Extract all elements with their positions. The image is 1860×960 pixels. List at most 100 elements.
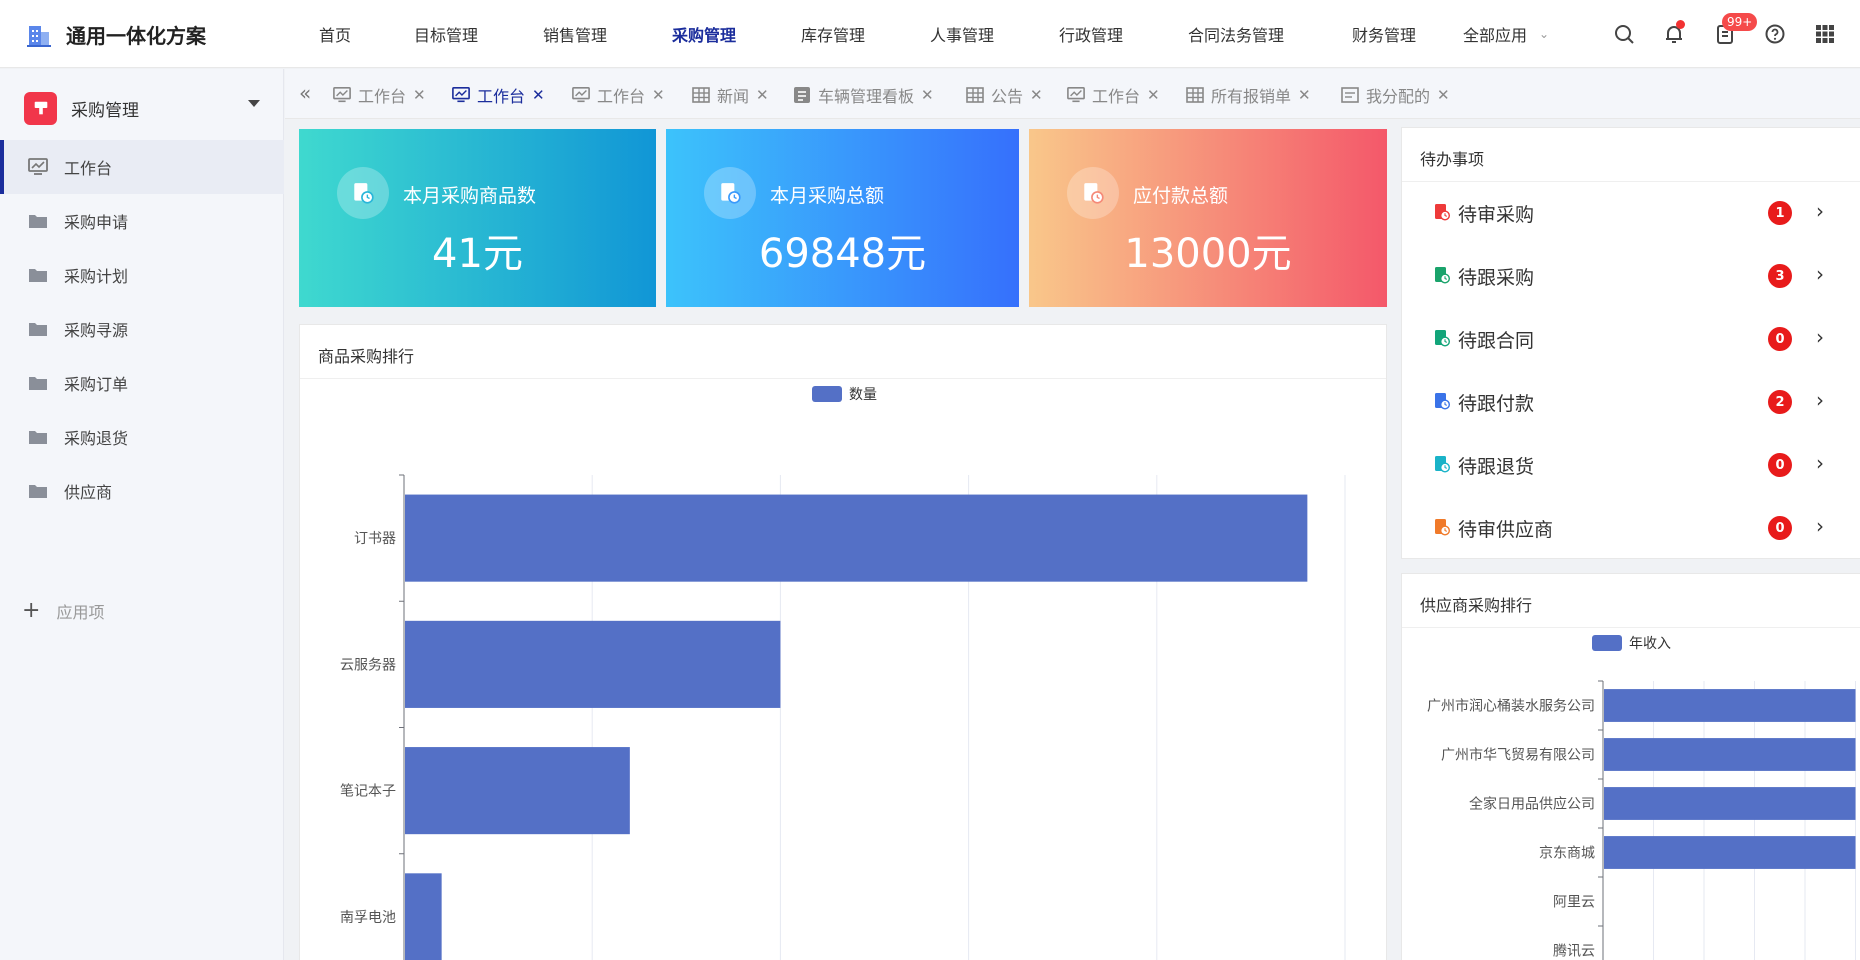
bar xyxy=(405,494,1308,582)
todo-count-badge: 2 xyxy=(1768,390,1792,414)
help-icon xyxy=(1765,24,1785,44)
nav-sales[interactable]: 销售管理 xyxy=(543,22,607,46)
tab-assigned-by-me[interactable]: 我分配的 ✕ xyxy=(1341,83,1450,107)
sidebar-item-purchase-plan[interactable]: 采购计划 xyxy=(0,248,284,302)
sidebar-item-label: 采购寻源 xyxy=(64,321,129,340)
help-button[interactable] xyxy=(1761,20,1789,48)
add-app-item-button[interactable]: + 应用项 xyxy=(22,599,104,623)
chevron-right-icon[interactable]: › xyxy=(1816,388,1824,412)
category-label: 广州市润心桶装水服务公司 xyxy=(1427,698,1595,715)
tab-notice[interactable]: 公告 ✕ xyxy=(966,83,1043,107)
todo-count-badge: 1 xyxy=(1768,201,1792,225)
stat-icon-circle xyxy=(704,167,756,219)
category-label: 广州市华飞贸易有限公司 xyxy=(1441,747,1595,764)
caret-down-icon[interactable] xyxy=(248,100,260,107)
document-clock-icon xyxy=(1084,183,1104,204)
chevron-right-icon[interactable]: › xyxy=(1816,199,1824,223)
nav-finance[interactable]: 财务管理 xyxy=(1352,22,1416,46)
tab-workbench-4[interactable]: 工作台 ✕ xyxy=(1067,83,1160,107)
sidebar-item-sourcing[interactable]: 采购寻源 xyxy=(0,302,284,356)
add-app-item-label: 应用项 xyxy=(56,603,105,622)
category-label: 笔记本子 xyxy=(340,784,396,800)
double-chevron-left-icon[interactable]: « xyxy=(299,81,311,105)
table-icon xyxy=(966,87,984,103)
plus-icon: + xyxy=(22,598,41,623)
tab-label: 工作台 xyxy=(1092,87,1141,106)
chevron-right-icon[interactable]: › xyxy=(1816,514,1824,538)
nav-admin[interactable]: 行政管理 xyxy=(1059,22,1123,46)
todo-item[interactable]: 待跟付款 2 › xyxy=(1402,371,1860,433)
sidebar-item-purchase-request[interactable]: 采购申请 xyxy=(0,194,284,248)
chevron-right-icon[interactable]: › xyxy=(1816,262,1824,286)
sidebar-item-purchase-return[interactable]: 采购退货 xyxy=(0,410,284,464)
sidebar-app-switcher[interactable]: 采购管理 xyxy=(24,90,260,126)
close-icon[interactable]: ✕ xyxy=(1437,86,1450,104)
close-icon[interactable]: ✕ xyxy=(756,86,769,104)
nav-goals[interactable]: 目标管理 xyxy=(414,22,478,46)
close-icon[interactable]: ✕ xyxy=(532,86,545,104)
dashboard-icon xyxy=(333,86,351,103)
dashboard-icon xyxy=(452,86,470,103)
purchase-app-icon xyxy=(24,91,57,125)
all-apps-dropdown[interactable]: 全部应用 ⌄ xyxy=(1463,22,1549,46)
nav-hr[interactable]: 人事管理 xyxy=(930,22,994,46)
sidebar-item-label: 采购申请 xyxy=(64,213,129,232)
search-icon xyxy=(1615,25,1634,44)
tab-workbench-3[interactable]: 工作台 ✕ xyxy=(572,83,665,107)
brand[interactable]: 通用一体化方案 xyxy=(26,20,206,49)
sidebar-item-workbench[interactable]: 工作台 xyxy=(0,140,284,194)
todo-count-badge: 0 xyxy=(1768,327,1792,351)
tab-label: 所有报销单 xyxy=(1211,87,1292,106)
supplier-ranking-chart: 年收入广州市润心桶装水服务公司广州市华飞贸易有限公司全家日用品供应公司京东商城阿… xyxy=(1427,635,1856,960)
tab-workbench-2[interactable]: 工作台 ✕ xyxy=(452,83,545,107)
todo-item[interactable]: 待审采购 1 › xyxy=(1402,182,1860,244)
todo-item[interactable]: 待跟退货 0 › xyxy=(1402,434,1860,496)
nav-home[interactable]: 首页 xyxy=(319,22,351,46)
product-ranking-chart: 数量订书器云服务器笔记本子南孚电池 xyxy=(340,386,1346,960)
table-icon xyxy=(1186,87,1204,103)
tab-vehicle-board[interactable]: 车辆管理看板 ✕ xyxy=(793,83,934,107)
category-label: 全家日用品供应公司 xyxy=(1469,796,1595,813)
bar xyxy=(1604,738,1856,771)
tab-all-reimbursements[interactable]: 所有报销单 ✕ xyxy=(1186,83,1311,107)
folder-icon xyxy=(29,269,47,282)
tab-label: 车辆管理看板 xyxy=(818,87,915,106)
search-button[interactable] xyxy=(1610,20,1638,48)
close-icon[interactable]: ✕ xyxy=(413,86,426,104)
stat-icon-circle xyxy=(1067,167,1119,219)
close-icon[interactable]: ✕ xyxy=(1030,86,1043,104)
tab-label: 工作台 xyxy=(358,87,407,106)
chevron-right-icon[interactable]: › xyxy=(1816,451,1824,475)
app-grid-button[interactable] xyxy=(1811,20,1839,48)
sidebar-item-supplier[interactable]: 供应商 xyxy=(0,464,284,518)
chevron-right-icon[interactable]: › xyxy=(1816,325,1824,349)
close-icon[interactable]: ✕ xyxy=(1298,86,1311,104)
product-ranking-panel: 商品采购排行 数量 订书器 云服务器 笔记本子 南孚电池 xyxy=(299,324,1387,960)
close-icon[interactable]: ✕ xyxy=(652,86,665,104)
document-clock-icon xyxy=(1435,267,1450,284)
top-header: 通用一体化方案 首页 目标管理 销售管理 采购管理 库存管理 人事管理 行政管理… xyxy=(0,0,1860,68)
tab-news[interactable]: 新闻 ✕ xyxy=(692,83,769,107)
panel-title: 待办事项 xyxy=(1402,128,1860,182)
tab-label: 公告 xyxy=(991,87,1024,106)
sidebar-item-label: 工作台 xyxy=(64,159,113,178)
sidebar-item-label: 采购计划 xyxy=(64,267,129,286)
todo-item[interactable]: 待审供应商 0 › xyxy=(1402,497,1860,559)
nav-purchasing[interactable]: 采购管理 xyxy=(672,22,736,46)
close-icon[interactable]: ✕ xyxy=(1147,86,1160,104)
todo-item[interactable]: 待跟采购 3 › xyxy=(1402,245,1860,307)
document-clock-icon xyxy=(354,183,374,204)
nav-contract-legal[interactable]: 合同法务管理 xyxy=(1188,22,1284,46)
close-icon[interactable]: ✕ xyxy=(921,86,934,104)
notification-button[interactable] xyxy=(1660,20,1688,48)
tab-label: 我分配的 xyxy=(1366,87,1431,106)
sidebar-item-purchase-order[interactable]: 采购订单 xyxy=(0,356,284,410)
todo-count-badge: 3 xyxy=(1768,264,1792,288)
grid-icon xyxy=(1816,25,1834,43)
stat-value: 41元 xyxy=(432,231,523,277)
todo-item[interactable]: 待跟合同 0 › xyxy=(1402,308,1860,370)
tab-workbench-1[interactable]: 工作台 ✕ xyxy=(333,83,426,107)
legend-swatch xyxy=(812,386,842,402)
nav-inventory[interactable]: 库存管理 xyxy=(801,22,865,46)
stat-card-monthly-items: 本月采购商品数 41元 xyxy=(299,129,656,307)
